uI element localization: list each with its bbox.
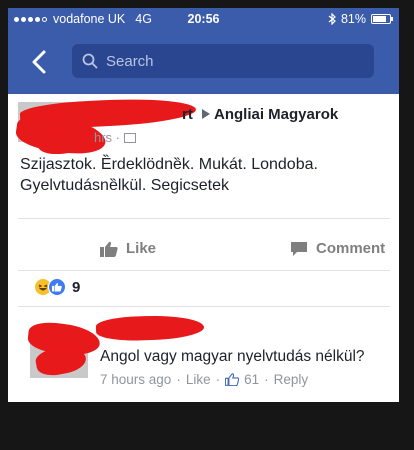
- bluetooth-icon: [328, 13, 336, 25]
- redaction-mark: [95, 314, 205, 342]
- like-reaction-icon: [48, 278, 66, 296]
- separator-dot: ·: [264, 372, 269, 387]
- battery-percent: 81%: [340, 12, 366, 26]
- like-label: Like: [126, 240, 157, 257]
- comment-time[interactable]: 7 hours ago: [100, 372, 171, 387]
- post-text-line: Gyelvtudásnȅlkül. Segicsetek: [20, 177, 229, 194]
- chevron-left-icon[interactable]: [26, 48, 54, 76]
- arrow-right-icon: [202, 109, 210, 119]
- comment-like-link[interactable]: Like: [186, 372, 211, 387]
- search-icon: [82, 53, 98, 69]
- search-input[interactable]: [106, 44, 356, 78]
- author-name-suffix[interactable]: rt: [182, 106, 193, 123]
- comment-bubble-icon: [291, 241, 307, 256]
- reactions-summary[interactable]: 9: [34, 278, 80, 296]
- post-text-line: Szijasztok. Ȅrdeklödnȅk. Mukát. Londoba.: [20, 156, 318, 173]
- comment-text: Angol vagy magyar nyelvtudás nélkül?: [100, 348, 365, 365]
- comment-meta: 7 hours ago · Like · 61 · Reply: [100, 372, 308, 387]
- comment-button[interactable]: Comment: [290, 240, 385, 257]
- nav-bar: [8, 30, 399, 94]
- battery-icon: [371, 14, 393, 24]
- reaction-count: 9: [72, 278, 81, 296]
- thumbs-up-icon: [100, 241, 118, 257]
- group-privacy-icon: [124, 132, 136, 143]
- screenshot-frame: vodafone UK 4G 20:56 81% rt Angliai: [8, 8, 399, 402]
- separator-dot: ·: [176, 372, 181, 387]
- divider: [18, 270, 390, 271]
- comment-like-count[interactable]: 61: [244, 372, 259, 387]
- thumbs-up-icon: [225, 373, 240, 386]
- redaction-mark: [38, 134, 78, 154]
- post-timestamp[interactable]: hrs ·: [94, 130, 136, 145]
- post-actions: Like Comment: [8, 230, 399, 270]
- separator-dot: ·: [215, 372, 221, 387]
- divider: [18, 306, 390, 307]
- search-box[interactable]: [72, 44, 374, 78]
- group-name[interactable]: Angliai Magyarok: [214, 106, 338, 123]
- reply-link[interactable]: Reply: [274, 372, 309, 387]
- comment-label: Comment: [316, 240, 386, 257]
- status-bar: vodafone UK 4G 20:56 81%: [8, 8, 399, 30]
- post-time-text: hrs ·: [94, 130, 120, 145]
- divider: [18, 218, 390, 219]
- like-button[interactable]: Like: [100, 240, 156, 257]
- post-body: Szijasztok. Ȅrdeklödnȅk. Mukát. Londoba.…: [20, 154, 390, 196]
- status-right: 81%: [328, 12, 393, 26]
